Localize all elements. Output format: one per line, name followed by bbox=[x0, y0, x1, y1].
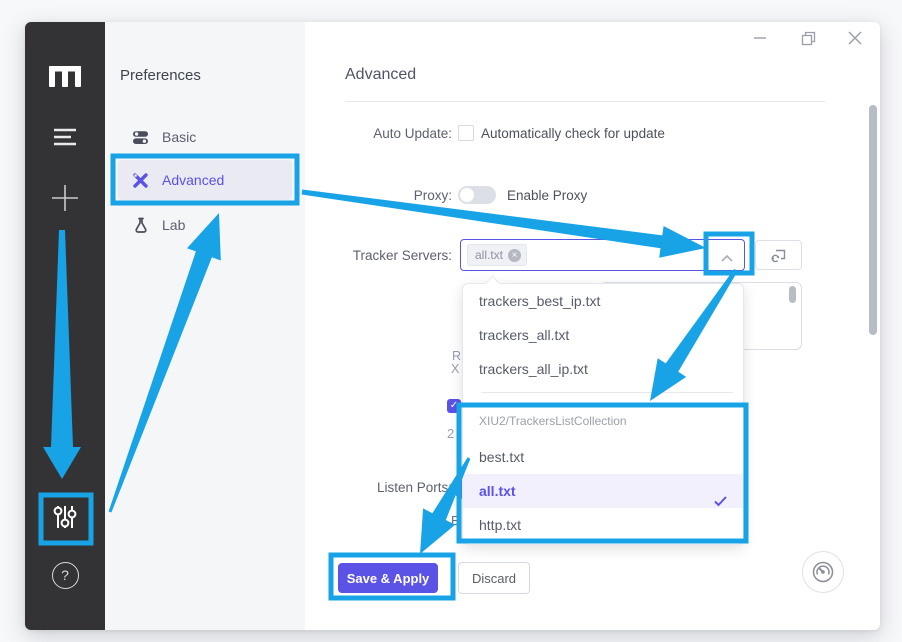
discard-button[interactable]: Discard bbox=[458, 562, 530, 594]
save-apply-button[interactable]: Save & Apply bbox=[338, 563, 438, 593]
dropdown-option[interactable]: trackers_best_ip.txt bbox=[463, 284, 743, 318]
tracker-select-dropdown: trackers_best_ip.txt trackers_all.txt tr… bbox=[462, 283, 744, 545]
auto-update-checkbox[interactable] bbox=[458, 125, 474, 141]
clipped-text: X bbox=[451, 362, 459, 376]
nav-item-label: Advanced bbox=[162, 172, 224, 188]
dropdown-divider bbox=[481, 392, 733, 393]
page-title: Advanced bbox=[345, 66, 416, 84]
option-label: all.txt bbox=[479, 483, 516, 499]
dropdown-group-label: XIU2/TrackersListCollection bbox=[479, 414, 627, 428]
tracker-servers-label: Tracker Servers: bbox=[305, 248, 452, 263]
clipped-text: R bbox=[452, 349, 461, 363]
dropdown-option-selected[interactable]: all.txt bbox=[463, 474, 743, 508]
proxy-toggle[interactable] bbox=[458, 186, 496, 204]
speedometer-icon bbox=[811, 560, 835, 584]
preferences-nav: Preferences Basic bbox=[105, 22, 305, 630]
auto-update-label: Auto Update: bbox=[305, 126, 452, 141]
preferences-title: Preferences bbox=[120, 67, 201, 84]
tag-label: all.txt bbox=[475, 248, 503, 262]
task-list-icon[interactable] bbox=[25, 122, 105, 152]
advanced-panel: Advanced Auto Update: Automatically chec… bbox=[305, 22, 880, 630]
app-sidebar: ? bbox=[25, 22, 105, 630]
dropdown-option[interactable]: http.txt bbox=[463, 508, 743, 542]
tracker-servers-select[interactable]: all.txt × bbox=[460, 239, 745, 271]
proxy-text: Enable Proxy bbox=[507, 188, 587, 203]
chevron-up-icon[interactable] bbox=[720, 250, 734, 268]
textarea-scrollbar[interactable] bbox=[789, 286, 796, 303]
advanced-icon bbox=[132, 172, 149, 189]
app-window: ? Preferences Basic bbox=[25, 22, 880, 630]
title-divider bbox=[345, 101, 825, 102]
clipped-text: E bbox=[451, 513, 460, 528]
nav-item-advanced[interactable]: Advanced bbox=[118, 160, 292, 200]
listen-ports-label: Listen Ports: bbox=[305, 480, 452, 495]
nav-item-label: Basic bbox=[162, 129, 196, 145]
clipped-checkbox[interactable]: ✓ bbox=[447, 399, 461, 413]
proxy-label: Proxy: bbox=[305, 188, 452, 203]
tag-close-icon[interactable]: × bbox=[508, 249, 521, 262]
sync-tracker-list-button[interactable] bbox=[755, 240, 802, 270]
speedometer-button[interactable] bbox=[802, 551, 844, 593]
dropdown-option[interactable]: trackers_all_ip.txt bbox=[463, 352, 743, 386]
sync-tracker-list-icon bbox=[770, 248, 787, 263]
basic-icon bbox=[132, 129, 149, 146]
app-logo-icon bbox=[25, 58, 105, 94]
nav-item-lab[interactable]: Lab bbox=[118, 206, 292, 244]
lab-icon bbox=[132, 217, 149, 234]
dropdown-option[interactable]: trackers_all.txt bbox=[463, 318, 743, 352]
add-task-icon[interactable] bbox=[25, 182, 105, 214]
preferences-icon[interactable] bbox=[25, 500, 105, 534]
auto-update-text[interactable]: Automatically check for update bbox=[481, 126, 665, 141]
dropdown-option[interactable]: best.txt bbox=[463, 440, 743, 474]
help-glyph: ? bbox=[61, 567, 69, 583]
screenshot-root: ? Preferences Basic bbox=[0, 0, 902, 642]
help-icon[interactable]: ? bbox=[25, 560, 105, 590]
nav-item-basic[interactable]: Basic bbox=[118, 118, 292, 156]
clipped-text: 2 bbox=[447, 426, 454, 441]
toggle-knob bbox=[460, 188, 474, 202]
main-scrollbar[interactable] bbox=[869, 105, 877, 335]
nav-item-label: Lab bbox=[162, 217, 185, 233]
selected-tracker-tag: all.txt × bbox=[467, 244, 527, 266]
